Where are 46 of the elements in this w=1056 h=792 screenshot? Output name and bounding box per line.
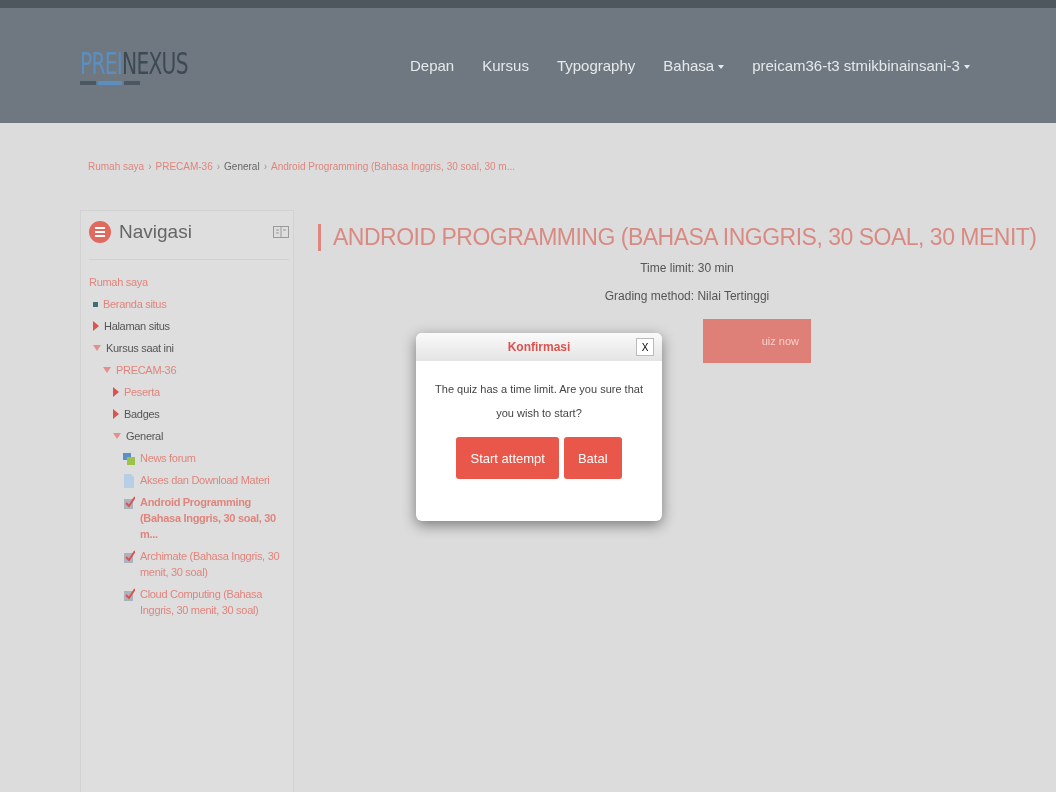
nav-tree-item[interactable]: Badges xyxy=(124,406,160,422)
breadcrumb-separator: › xyxy=(148,161,152,174)
nav-tree-item[interactable]: Akses dan Download Materi xyxy=(140,472,270,488)
breadcrumb-separator: › xyxy=(263,161,267,174)
caret-icon xyxy=(718,65,725,70)
forum-icon xyxy=(123,452,135,466)
quiz-icon xyxy=(123,496,135,510)
breadcrumb-link[interactable]: PRECAM-36 xyxy=(155,161,213,178)
quiz-icon xyxy=(123,588,135,602)
document-icon xyxy=(123,474,135,488)
dialog-message: The quiz has a time limit. Are you sure that you wish to start? xyxy=(434,382,644,421)
nav-link[interactable]: Kursus xyxy=(482,57,529,74)
nav-tree-item[interactable]: General xyxy=(126,428,164,444)
nav-link[interactable]: Depan xyxy=(410,57,455,74)
quiz-icon xyxy=(123,550,135,564)
nav-tree-item[interactable]: Android Programming (Bahasa Inggris, 30 soal, 30 m... xyxy=(140,494,289,542)
nav-tree-item[interactable]: Archimate (Bahasa Inggris, 30 menit, 30 soal) xyxy=(140,548,289,580)
nav-tree-item[interactable]: News forum xyxy=(140,450,196,466)
nav-tree-item[interactable]: Rumah saya xyxy=(89,274,148,290)
nav-tree-item[interactable]: Kursus saat ini xyxy=(106,340,174,356)
logo-tagline-drawing xyxy=(80,81,140,85)
nav-tree-item[interactable]: Peserta xyxy=(124,384,160,400)
close-button[interactable]: X xyxy=(636,338,654,356)
panel-title: Navigasi xyxy=(119,221,193,243)
bullet-icon xyxy=(93,302,98,307)
dock-icon[interactable] xyxy=(273,226,289,238)
quiz-info: Grading method: Nilai Tertinggi xyxy=(604,289,770,303)
breadcrumb-separator: › xyxy=(216,161,221,174)
nav-tree-item[interactable]: Cloud Computing (Bahasa Inggris, 30 menit, 30 soal) xyxy=(140,586,289,618)
nav-link[interactable]: preicam36-t3 stmikbinainsani-3 xyxy=(752,57,970,74)
caret-icon xyxy=(963,65,970,70)
quiz-title: ANDROID PROGRAMMING (BAHASA INGGRIS, 30 SOAL, 30 MENIT) xyxy=(318,224,1037,251)
attempt-quiz-button[interactable]: uiz now xyxy=(703,319,811,363)
quiz-info: Time limit: 30 min xyxy=(640,261,734,275)
breadcrumb-current-text: General xyxy=(224,161,260,174)
dialog-button[interactable]: Batal xyxy=(563,437,622,479)
nav-tree-item[interactable]: PRECAM-36 xyxy=(116,362,177,378)
nav-tree-item[interactable]: Halaman situs xyxy=(104,318,170,334)
nav-link[interactable]: Bahasa xyxy=(663,57,725,74)
nav-tree-item[interactable]: Beranda situs xyxy=(103,296,167,312)
menu-icon xyxy=(89,221,111,243)
dialog-button[interactable]: Start attempt xyxy=(456,437,559,479)
breadcrumb-link[interactable]: Android Programming (Bahasa Inggris, 30 soal, 30 m... xyxy=(271,161,515,178)
dialog-title: Konfirmasi xyxy=(507,340,571,354)
breadcrumb-link[interactable]: Rumah saya xyxy=(88,161,145,178)
nav-link[interactable]: Typography xyxy=(556,57,636,74)
